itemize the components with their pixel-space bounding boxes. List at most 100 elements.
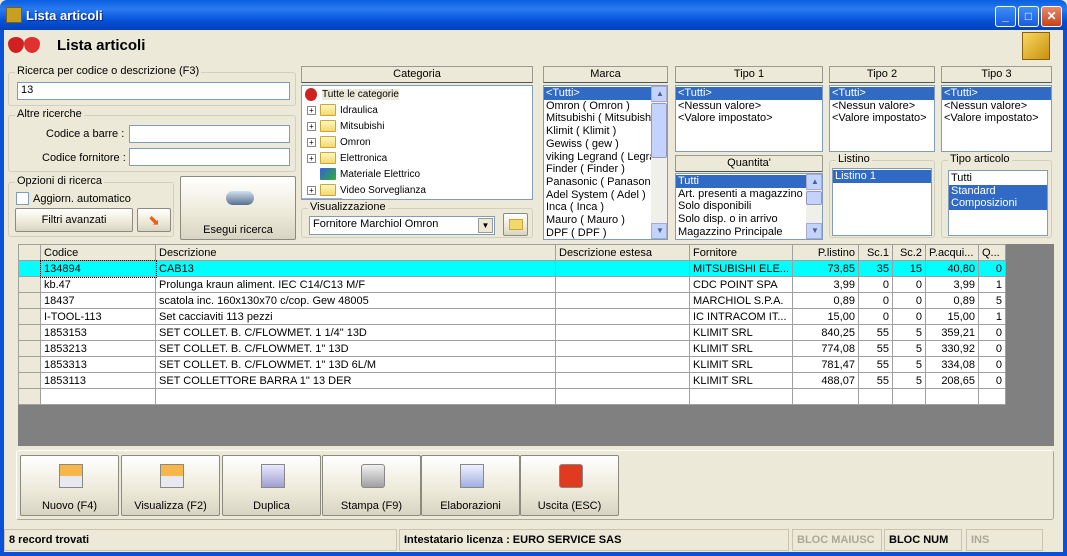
- tree-item-video-sorveglianza[interactable]: + Video Sorveglianza: [302, 182, 532, 198]
- category-tree[interactable]: Tutte le categorie + Idraulica + Mitsubish…: [301, 85, 533, 200]
- cell-fornitore[interactable]: KLIMIT SRL: [689, 356, 793, 373]
- cell-codice[interactable]: I-TOOL-113: [40, 308, 156, 325]
- row-selector[interactable]: [18, 388, 41, 405]
- tree-item-omron[interactable]: + Omron: [302, 134, 532, 150]
- pricelist-list[interactable]: Listino 1: [832, 168, 932, 236]
- brand-list[interactable]: <Tutti> Omron ( Omron ) Mitsubishi ( Mit…: [543, 85, 668, 240]
- cell-p-listino[interactable]: 3,99: [791, 276, 859, 293]
- cell-fornitore[interactable]: [689, 388, 793, 405]
- row-selector[interactable]: [18, 372, 41, 389]
- article-type-item[interactable]: Tutti: [949, 172, 1047, 185]
- col-sc1[interactable]: Sc.1: [857, 244, 893, 261]
- cell-codice[interactable]: 1853213: [40, 340, 156, 357]
- brand-item[interactable]: Gewiss ( gew ): [544, 138, 667, 151]
- toolbar-button-visualizza[interactable]: Visualizza (F2): [121, 455, 220, 516]
- empty-row[interactable]: [18, 388, 1006, 405]
- cell-descrizione[interactable]: SET COLLET. B. C/FLOWMET. 1 1/4" 13D: [155, 324, 556, 341]
- row-selector[interactable]: [18, 292, 41, 309]
- cell-p-listino[interactable]: 781,47: [791, 356, 859, 373]
- quantity-item[interactable]: Art. presenti a magazzino: [676, 188, 822, 201]
- cell-fornitore[interactable]: MITSUBISHI ELE...: [689, 260, 793, 277]
- cell-descrizione[interactable]: SET COLLET. B. C/FLOWMET. 1" 13D 6L/M: [155, 356, 556, 373]
- cell-fornitore[interactable]: KLIMIT SRL: [689, 324, 793, 341]
- col-descrizione-estesa[interactable]: Descrizione estesa: [555, 244, 690, 261]
- cell-descrizione-estesa[interactable]: [555, 308, 690, 325]
- type1-item[interactable]: <Valore impostato>: [676, 112, 822, 125]
- cell-descrizione-estesa[interactable]: [555, 356, 690, 373]
- tree-item-materiale-elettrico[interactable]: Materiale Elettrico: [302, 166, 532, 182]
- run-search-button[interactable]: Esegui ricerca: [180, 176, 296, 240]
- cell-p-acquisto[interactable]: 15,00: [924, 308, 979, 325]
- cell-p-acquisto[interactable]: [924, 388, 979, 405]
- cell-sc2[interactable]: 5: [891, 324, 926, 341]
- brand-scrollbar[interactable]: ▲ ▼: [651, 86, 667, 239]
- cell-fornitore[interactable]: CDC POINT SPA: [689, 276, 793, 293]
- type3-list[interactable]: <Tutti> <Nessun valore> <Valore impostat…: [941, 85, 1052, 152]
- arrow-filter-button[interactable]: ⬊: [137, 208, 171, 232]
- row-selector[interactable]: [18, 276, 41, 293]
- cell-descrizione-estesa[interactable]: [555, 388, 690, 405]
- cell-descrizione-estesa[interactable]: [555, 324, 690, 341]
- supplier-code-input[interactable]: [129, 148, 290, 166]
- article-type-item[interactable]: Composizioni: [949, 197, 1047, 211]
- cell-descrizione-estesa[interactable]: [555, 260, 690, 277]
- type1-item[interactable]: <Tutti>: [676, 87, 822, 100]
- cell-p-listino[interactable]: 774,08: [791, 340, 859, 357]
- view-select[interactable]: Fornitore Marchiol Omron ▼: [309, 216, 495, 235]
- cell-p-acquisto[interactable]: 3,99: [924, 276, 979, 293]
- cell-descrizione[interactable]: Set cacciaviti 113 pezzi: [155, 308, 556, 325]
- type3-item[interactable]: <Valore impostato>: [942, 112, 1051, 125]
- cell-p-listino[interactable]: 15,00: [791, 308, 859, 325]
- cell-descrizione[interactable]: SET COLLET. B. C/FLOWMET. 1" 13D: [155, 340, 556, 357]
- cell-sc2[interactable]: 15: [891, 260, 926, 277]
- toolbar-button-duplica[interactable]: Duplica: [222, 455, 321, 516]
- row-selector[interactable]: [18, 260, 41, 277]
- cell-p-listino[interactable]: 840,25: [791, 324, 859, 341]
- type2-item[interactable]: <Nessun valore>: [830, 100, 934, 113]
- cell-descrizione-estesa[interactable]: [555, 276, 690, 293]
- category-scrollbar[interactable]: ▲▼: [302, 198, 342, 199]
- cell-sc1[interactable]: 0: [857, 276, 893, 293]
- cell-codice[interactable]: 18437: [40, 292, 156, 309]
- cell-p-acquisto[interactable]: 334,08: [924, 356, 979, 373]
- cell-sc1[interactable]: 55: [857, 340, 893, 357]
- brand-item[interactable]: Mauro ( Mauro ): [544, 214, 667, 227]
- barcode-input[interactable]: [129, 125, 290, 143]
- cell-quantita[interactable]: 0: [977, 356, 1006, 373]
- cell-quantita[interactable]: 5: [977, 292, 1006, 309]
- cell-p-acquisto[interactable]: 208,65: [924, 372, 979, 389]
- brand-item[interactable]: viking Legrand ( Legra: [544, 151, 667, 164]
- cell-codice[interactable]: [40, 388, 156, 405]
- folder-button[interactable]: [503, 213, 528, 236]
- table-row[interactable]: 1853313 SET COLLET. B. C/FLOWMET. 1" 13D …: [18, 356, 1006, 373]
- cell-descrizione[interactable]: [155, 388, 556, 405]
- tree-item-mitsubishi[interactable]: + Mitsubishi: [302, 118, 532, 134]
- brand-item[interactable]: <Tutti>: [544, 87, 651, 100]
- col-fornitore[interactable]: Fornitore: [689, 244, 793, 261]
- cell-quantita[interactable]: 0: [977, 260, 1006, 277]
- table-row[interactable]: 18437 scatola inc. 160x130x70 c/cop. Gew …: [18, 292, 1006, 309]
- cell-sc2[interactable]: 0: [891, 308, 926, 325]
- cell-sc1[interactable]: 55: [857, 372, 893, 389]
- cell-sc2[interactable]: 5: [891, 372, 926, 389]
- toolbar-button-nuovo[interactable]: Nuovo (F4): [20, 455, 119, 516]
- brand-item[interactable]: Mitsubishi ( Mitsubishi: [544, 112, 667, 125]
- cell-quantita[interactable]: 0: [977, 324, 1006, 341]
- pricelist-item[interactable]: Listino 1: [833, 170, 931, 183]
- col-quantita[interactable]: Q...: [977, 244, 1006, 261]
- minimize-button[interactable]: _: [995, 6, 1016, 27]
- quantity-item[interactable]: Magazzino Principale: [676, 226, 822, 239]
- type1-list[interactable]: <Tutti> <Nessun valore> <Valore impostat…: [675, 85, 823, 152]
- brand-item[interactable]: Adel System ( Adel ): [544, 189, 667, 202]
- cell-codice[interactable]: kb.47: [40, 276, 156, 293]
- cell-p-listino[interactable]: 73,85: [791, 260, 859, 277]
- cell-quantita[interactable]: [977, 388, 1006, 405]
- row-selector[interactable]: [18, 340, 41, 357]
- table-row[interactable]: 1853113 SET COLLETTORE BARRA 1" 13 DER KLI…: [18, 372, 1006, 389]
- tree-item-elettronica[interactable]: + Elettronica: [302, 150, 532, 166]
- type2-item[interactable]: <Valore impostato>: [830, 112, 934, 125]
- cell-sc2[interactable]: 0: [891, 292, 926, 309]
- col-codice[interactable]: Codice: [40, 244, 156, 261]
- cell-codice[interactable]: 1853153: [40, 324, 156, 341]
- cell-p-listino[interactable]: [791, 388, 859, 405]
